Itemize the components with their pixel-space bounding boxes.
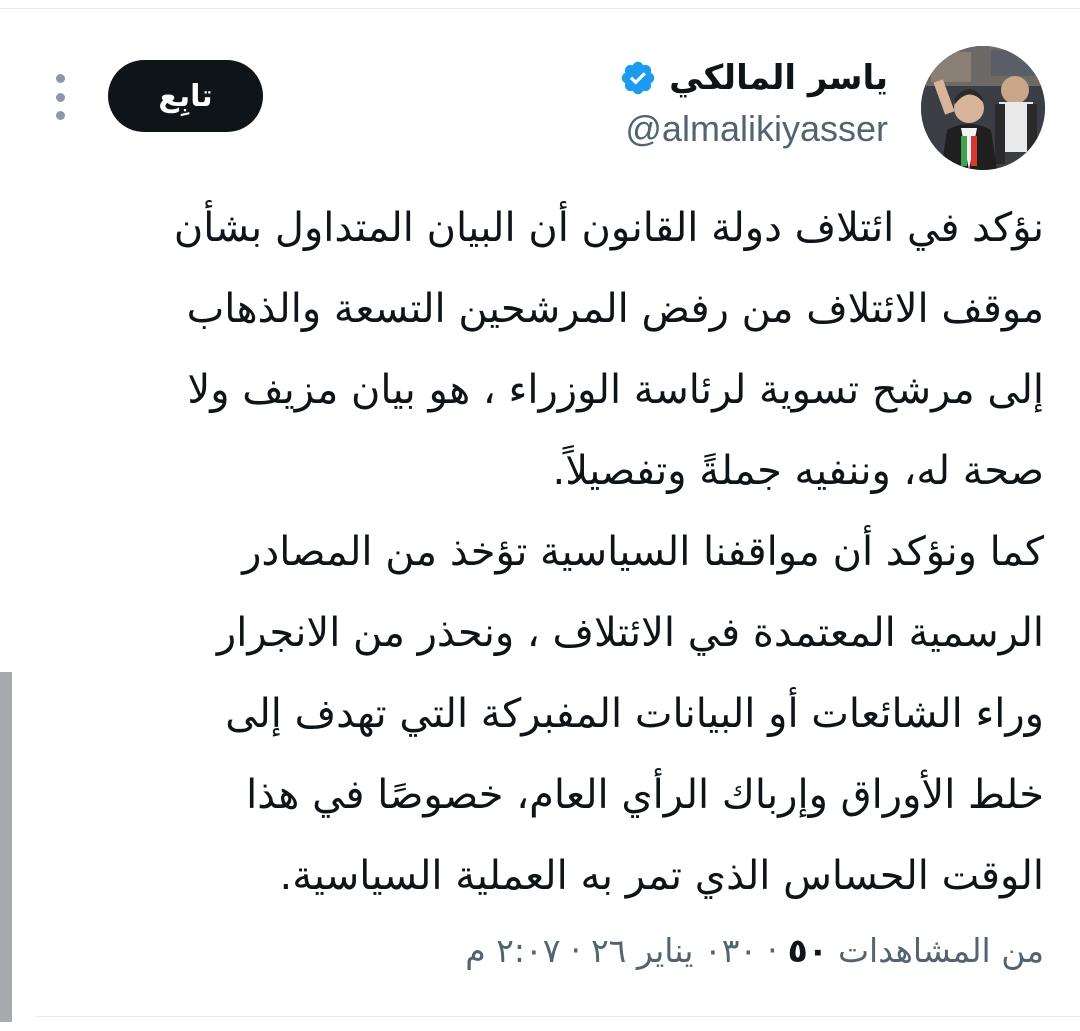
views-label: من المشاهدات xyxy=(837,930,1044,970)
tweet-meta: ٢:٠٧ م · ٠٣٠ يناير ٢٦ · ٥٠ من المشاهدات xyxy=(465,925,1044,975)
more-dot xyxy=(55,111,65,120)
more-options-icon[interactable] xyxy=(50,74,70,120)
tweet-date[interactable]: ٠٣٠ يناير ٢٦ xyxy=(591,931,757,970)
meta-separator: · xyxy=(767,930,778,970)
verified-badge-icon xyxy=(621,61,655,95)
top-divider xyxy=(0,8,1080,9)
meta-separator: · xyxy=(570,930,581,970)
display-name[interactable]: ياسر المالكي xyxy=(669,58,888,98)
avatar[interactable] xyxy=(921,46,1045,170)
tweet-line: الرسمية المعتمدة في الائتلاف ، ونحذر من … xyxy=(216,610,1044,656)
more-dot xyxy=(55,74,65,83)
author-name-row[interactable]: ياسر المالكي xyxy=(619,56,888,100)
tweet-time[interactable]: ٢:٠٧ م xyxy=(465,931,560,970)
scrollbar-edge xyxy=(0,672,12,1022)
follow-button[interactable]: تابِع xyxy=(108,60,263,132)
tweet-line: خلط الأوراق وإرباك الرأي العام، خصوصًا ف… xyxy=(246,772,1044,818)
bottom-divider xyxy=(36,1016,1080,1017)
tweet-line: صحة له، وننفيه جملةً وتفصيلاً. xyxy=(552,448,1044,494)
author-handle[interactable]: @almalikiyasser xyxy=(625,108,888,150)
avatar-photo-icon xyxy=(921,46,1045,170)
tweet-line: نؤكد في ائتلاف دولة القانون أن البيان ال… xyxy=(173,205,1044,251)
views-count: ٥٠ xyxy=(787,930,828,970)
tweet-line: الوقت الحساس الذي تمر به العملية السياسي… xyxy=(279,853,1044,899)
tweet-line: موقف الائتلاف من رفض المرشحين التسعة وال… xyxy=(186,286,1044,332)
tweet-line: وراء الشائعات أو البيانات المفبركة التي … xyxy=(225,691,1044,737)
tweet-text: نؤكد في ائتلاف دولة القانون أن البيان ال… xyxy=(44,188,1044,917)
tweet-line: كما ونؤكد أن مواقفنا السياسية تؤخذ من ال… xyxy=(242,529,1044,575)
tweet-line: إلى مرشح تسوية لرئاسة الوزراء ، هو بيان … xyxy=(187,367,1044,413)
more-dot xyxy=(55,92,65,102)
